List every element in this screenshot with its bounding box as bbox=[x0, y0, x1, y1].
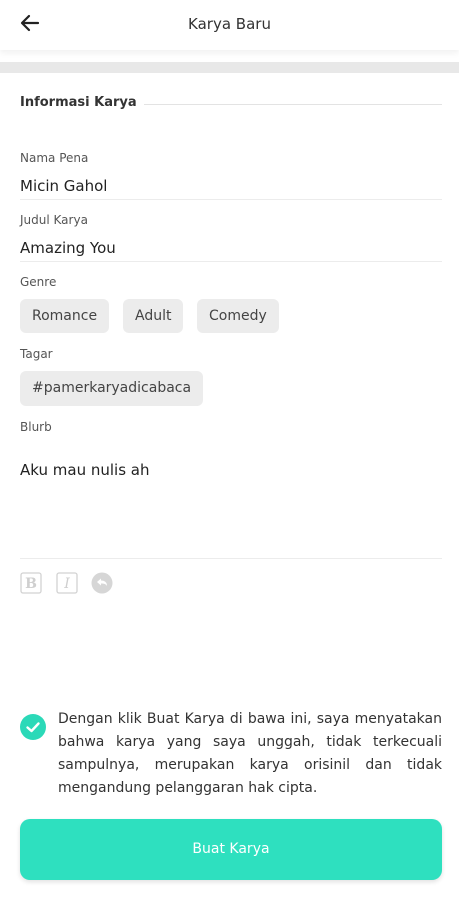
blurb-textarea[interactable]: Aku mau nulis ah bbox=[20, 461, 149, 479]
italic-icon[interactable]: I bbox=[56, 572, 78, 594]
blurb-underline bbox=[20, 558, 442, 559]
bold-icon[interactable]: B bbox=[20, 572, 42, 594]
checkmark-icon bbox=[26, 722, 40, 733]
svg-text:B: B bbox=[25, 576, 37, 592]
consent-checkbox[interactable] bbox=[20, 714, 46, 740]
tag-chip[interactable]: #pamerkaryadicabaca bbox=[20, 371, 204, 406]
create-work-button[interactable]: Buat Karya bbox=[20, 819, 442, 880]
section-rule bbox=[144, 104, 442, 105]
genre-chip-adult[interactable]: Adult bbox=[123, 299, 184, 333]
section-header: Informasi Karya bbox=[20, 95, 442, 115]
title-underline bbox=[20, 261, 442, 262]
app-header: Karya Baru bbox=[0, 0, 459, 50]
title-input[interactable]: Amazing You bbox=[20, 239, 116, 257]
blurb-label: Blurb bbox=[20, 420, 52, 434]
svg-text:I: I bbox=[63, 576, 70, 592]
genre-chip-comedy[interactable]: Comedy bbox=[197, 299, 279, 333]
section-title: Informasi Karya bbox=[20, 95, 137, 110]
tags-label: Tagar bbox=[20, 347, 53, 361]
page-title: Karya Baru bbox=[188, 15, 271, 33]
genre-chip-romance[interactable]: Romance bbox=[20, 299, 110, 333]
section-divider-band bbox=[0, 62, 459, 73]
pen-name-underline bbox=[20, 199, 442, 200]
genre-label: Genre bbox=[20, 275, 57, 289]
pen-name-label: Nama Pena bbox=[20, 151, 89, 165]
consent-text: Dengan klik Buat Karya di bawa ini, saya… bbox=[58, 711, 442, 796]
consent-block: Dengan klik Buat Karya di bawa ini, saya… bbox=[20, 708, 442, 803]
undo-icon[interactable] bbox=[91, 572, 113, 594]
pen-name-input[interactable]: Micin Gahol bbox=[20, 177, 107, 195]
title-label: Judul Karya bbox=[20, 213, 88, 227]
